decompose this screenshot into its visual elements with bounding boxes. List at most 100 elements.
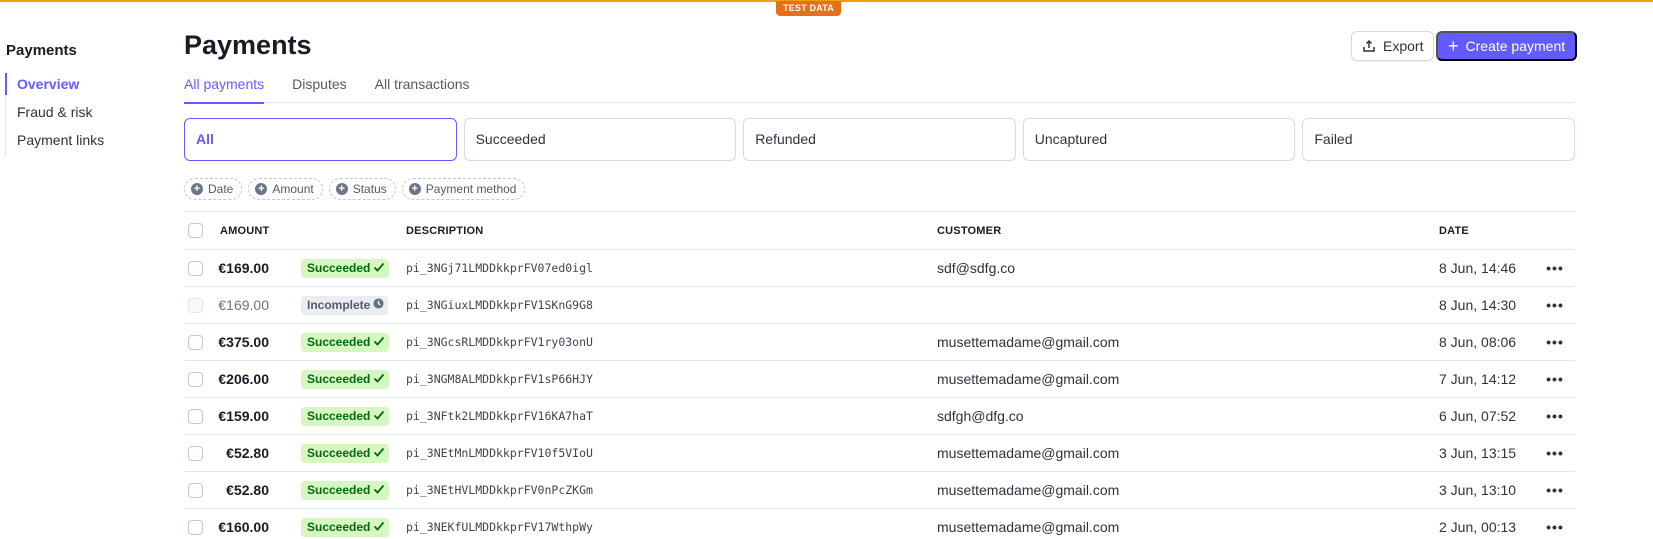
filter-card-all[interactable]: All	[184, 118, 457, 161]
row-customer: musettemadame@gmail.com	[937, 371, 1120, 387]
checkmark-icon	[374, 410, 385, 420]
row-amount: €159.00	[218, 408, 269, 424]
status-badge: Succeeded	[301, 406, 390, 426]
column-header-amount[interactable]: AMOUNT	[220, 212, 269, 249]
filter-card-failed[interactable]: Failed	[1302, 118, 1575, 161]
filter-card-refunded[interactable]: Refunded	[743, 118, 1016, 161]
payments-tabs: All payments Disputes All transactions	[184, 75, 1575, 104]
row-date: 3 Jun, 13:15	[1439, 445, 1517, 461]
column-header-description[interactable]: DESCRIPTION	[406, 212, 483, 249]
row-amount: €375.00	[218, 334, 269, 350]
filter-chip-label: Amount	[272, 182, 314, 196]
row-customer: sdfgh@dfg.co	[937, 408, 1024, 424]
table-row[interactable]: €159.00 Succeeded pi_3NFtk2LMDDkkprFV16K…	[184, 398, 1575, 435]
export-button[interactable]: Export	[1351, 31, 1435, 61]
row-customer: musettemadame@gmail.com	[937, 445, 1120, 461]
row-description: pi_3NFtk2LMDDkkprFV16KA7haT	[406, 409, 593, 423]
table-row[interactable]: €206.00 Succeeded pi_3NGM8ALMDDkkprFV1sP…	[184, 361, 1575, 398]
more-horizontal-icon: •••	[1546, 334, 1564, 350]
table-row[interactable]: €160.00 Succeeded pi_3NEKfULMDDkkprFV17W…	[184, 509, 1575, 539]
status-badge: Succeeded	[301, 480, 390, 500]
sidebar-title: Payments	[6, 42, 77, 59]
table-row[interactable]: €375.00 Succeeded pi_3NGcsRLMDDkkprFV1ry…	[184, 324, 1575, 361]
table-header: AMOUNT DESCRIPTION CUSTOMER DATE	[184, 211, 1575, 250]
more-horizontal-icon: •••	[1546, 482, 1564, 498]
more-actions-button[interactable]: •••	[1546, 287, 1564, 323]
row-amount: €52.80	[226, 482, 269, 498]
checkmark-icon	[374, 336, 385, 346]
create-payment-button[interactable]: + Create payment	[1436, 31, 1578, 61]
row-description: pi_3NGcsRLMDDkkprFV1ry03onU	[406, 335, 593, 349]
sidebar-item-payment-links[interactable]: Payment links	[6, 129, 145, 157]
checkmark-icon	[374, 521, 385, 531]
table-row[interactable]: €169.00 Incomplete pi_3NGiuxLMDDkkprFV1S…	[184, 287, 1575, 324]
status-badge: Succeeded	[301, 443, 390, 463]
sidebar-item-fraud-risk[interactable]: Fraud & risk	[6, 101, 145, 129]
table-row[interactable]: €52.80 Succeeded pi_3NEtMnLMDDkkprFV10f5…	[184, 435, 1575, 472]
tab-all-payments[interactable]: All payments	[184, 75, 265, 104]
add-circle-icon: +	[408, 183, 421, 195]
row-date: 8 Jun, 14:46	[1439, 260, 1517, 276]
more-actions-button[interactable]: •••	[1546, 250, 1564, 286]
checkmark-icon	[374, 373, 385, 383]
row-date: 6 Jun, 07:52	[1439, 408, 1517, 424]
tab-all-transactions[interactable]: All transactions	[375, 75, 470, 103]
plus-icon: +	[1448, 36, 1459, 56]
select-all-checkbox[interactable]	[188, 223, 203, 238]
column-header-customer[interactable]: CUSTOMER	[937, 212, 1001, 249]
clock-icon	[373, 298, 384, 309]
more-horizontal-icon: •••	[1546, 445, 1564, 461]
filter-chip-date[interactable]: + Date	[184, 178, 243, 200]
tab-disputes[interactable]: Disputes	[292, 75, 346, 103]
column-header-date[interactable]: DATE	[1439, 212, 1469, 249]
row-date: 7 Jun, 14:12	[1439, 371, 1517, 387]
more-actions-button[interactable]: •••	[1546, 361, 1564, 397]
table-row[interactable]: €169.00 Succeeded pi_3NGj71LMDDkkprFV07e…	[184, 250, 1575, 287]
sidebar-nav: Overview Fraud & risk Payment links	[5, 73, 145, 157]
row-amount: €169.00	[218, 297, 269, 313]
test-data-badge: TEST DATA	[776, 1, 841, 16]
filter-chip-payment-method[interactable]: + Payment method	[401, 178, 526, 200]
row-customer: musettemadame@gmail.com	[937, 334, 1120, 350]
filter-chip-label: Payment method	[425, 182, 517, 196]
more-actions-button[interactable]: •••	[1546, 509, 1564, 539]
sidebar-item-overview[interactable]: Overview	[5, 73, 145, 101]
status-filter-cards: All Succeeded Refunded Uncaptured Failed	[184, 118, 1575, 161]
filter-chip-status[interactable]: + Status	[328, 178, 396, 200]
status-badge: Succeeded	[301, 332, 390, 352]
row-description: pi_3NGj71LMDDkkprFV07ed0igl	[406, 261, 593, 275]
checkmark-icon	[374, 262, 385, 272]
filter-chips: + Date + Amount + Status + Payment metho…	[184, 178, 526, 200]
filter-chip-label: Status	[352, 182, 387, 196]
row-date: 3 Jun, 13:10	[1439, 482, 1517, 498]
table-row[interactable]: €52.80 Succeeded pi_3NEtHVLMDDkkprFV0nPc…	[184, 472, 1575, 509]
filter-card-succeeded[interactable]: Succeeded	[463, 118, 737, 161]
filter-card-uncaptured[interactable]: Uncaptured	[1022, 118, 1296, 161]
filter-chip-label: Date	[208, 182, 234, 196]
checkmark-icon	[374, 447, 385, 457]
status-badge: Succeeded	[301, 258, 390, 278]
more-actions-button[interactable]: •••	[1546, 398, 1564, 434]
filter-chip-amount[interactable]: + Amount	[248, 178, 323, 200]
add-circle-icon: +	[335, 183, 348, 195]
row-amount: €169.00	[218, 260, 269, 276]
add-circle-icon: +	[255, 183, 268, 195]
row-amount: €160.00	[218, 519, 269, 535]
more-horizontal-icon: •••	[1546, 297, 1564, 313]
row-date: 2 Jun, 00:13	[1439, 519, 1517, 535]
row-description: pi_3NEtMnLMDDkkprFV10f5VIoU	[406, 446, 593, 460]
more-actions-button[interactable]: •••	[1546, 472, 1564, 508]
row-amount: €52.80	[226, 445, 269, 461]
export-button-label: Export	[1383, 38, 1424, 54]
row-description: pi_3NEKfULMDDkkprFV17WthpWy	[406, 520, 593, 534]
status-badge: Incomplete	[301, 295, 389, 315]
more-horizontal-icon: •••	[1546, 519, 1564, 535]
checkmark-icon	[374, 484, 385, 494]
create-payment-label: Create payment	[1465, 38, 1566, 54]
more-horizontal-icon: •••	[1546, 371, 1564, 387]
row-customer: musettemadame@gmail.com	[937, 519, 1120, 535]
status-badge: Succeeded	[301, 369, 390, 389]
more-actions-button[interactable]: •••	[1546, 435, 1564, 471]
add-circle-icon: +	[191, 183, 203, 195]
more-actions-button[interactable]: •••	[1546, 324, 1564, 360]
